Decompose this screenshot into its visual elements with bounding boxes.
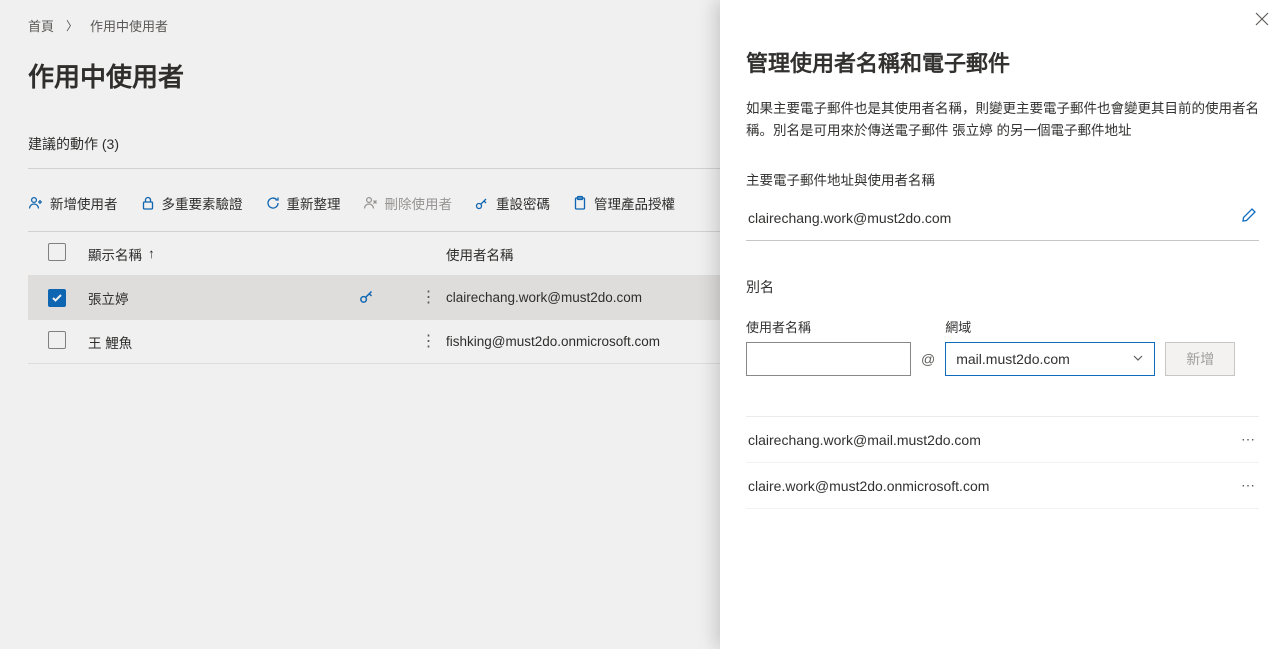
alias-form: 使用者名稱 @ 網域 mail.must2do.com 新增 <box>746 317 1259 376</box>
alias-more-button[interactable]: ⋯ <box>1241 431 1257 448</box>
domain-select-label: 網域 <box>945 317 1155 336</box>
alias-section-label: 別名 <box>746 277 1259 297</box>
edit-primary-button[interactable] <box>1241 207 1257 228</box>
primary-section-label: 主要電子郵件地址與使用者名稱 <box>746 169 1259 189</box>
panel-description: 如果主要電子郵件也是其使用者名稱，則變更主要電子郵件也會變更其目前的使用者名稱。… <box>746 98 1259 141</box>
add-alias-button[interactable]: 新增 <box>1165 342 1235 376</box>
alias-row: clairechang.work@mail.must2do.com ⋯ <box>746 417 1259 463</box>
alias-domain-select[interactable]: mail.must2do.com <box>945 342 1155 376</box>
alias-value: clairechang.work@mail.must2do.com <box>748 432 981 448</box>
at-symbol: @ <box>921 342 935 376</box>
alias-list: clairechang.work@mail.must2do.com⋯claire… <box>746 416 1259 509</box>
primary-email-value: clairechang.work@must2do.com <box>748 210 951 226</box>
manage-aliases-panel: 管理使用者名稱和電子郵件 如果主要電子郵件也是其使用者名稱，則變更主要電子郵件也… <box>720 0 1285 649</box>
close-panel-button[interactable] <box>1255 12 1269 31</box>
panel-title: 管理使用者名稱和電子郵件 <box>746 46 1259 78</box>
alias-value: claire.work@must2do.onmicrosoft.com <box>748 478 989 494</box>
chevron-down-icon <box>1132 351 1144 367</box>
username-input-label: 使用者名稱 <box>746 317 911 336</box>
primary-email-row: clairechang.work@must2do.com <box>746 197 1259 241</box>
alias-username-input[interactable] <box>746 342 911 376</box>
alias-row: claire.work@must2do.onmicrosoft.com ⋯ <box>746 463 1259 509</box>
alias-more-button[interactable]: ⋯ <box>1241 477 1257 494</box>
